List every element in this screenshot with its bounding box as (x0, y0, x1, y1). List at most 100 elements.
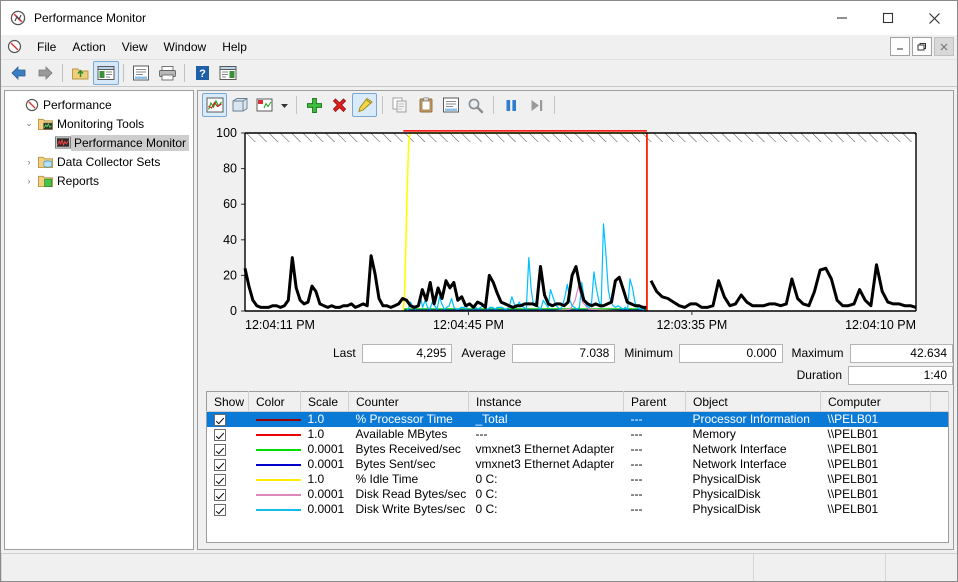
show-checkbox[interactable] (207, 427, 249, 442)
console-tree[interactable]: Performance ⌄ Monitoring Tools (4, 90, 194, 550)
object-cell: Memory (686, 427, 821, 442)
color-swatch[interactable] (249, 487, 301, 502)
color-swatch[interactable] (249, 427, 301, 442)
show-checkbox[interactable] (207, 472, 249, 487)
menu-file[interactable]: File (29, 37, 64, 57)
show-checkbox[interactable] (207, 412, 249, 427)
system-menu-icon[interactable] (7, 39, 23, 55)
color-swatch[interactable] (249, 457, 301, 472)
tree-item-monitoring-tools[interactable]: ⌄ Monitoring Tools (7, 114, 191, 133)
counter-table[interactable]: Show Color Scale Counter Instance Parent… (206, 391, 949, 543)
help-icon[interactable]: ? (189, 61, 215, 85)
chevron-down-icon[interactable] (277, 101, 291, 110)
column-header-color[interactable]: Color (249, 392, 301, 412)
color-swatch[interactable] (249, 502, 301, 517)
menu-view[interactable]: View (114, 37, 156, 57)
perfmon-content-pane: 02040608010012:04:11 PM12:04:45 PM12:03:… (197, 90, 954, 550)
color-swatch[interactable] (249, 442, 301, 457)
update-data-icon[interactable] (524, 93, 549, 117)
show-checkbox[interactable] (207, 442, 249, 457)
tree-item-performance[interactable]: Performance (7, 95, 191, 114)
table-row[interactable]: 0.0001Bytes Received/secvmxnet3 Ethernet… (207, 442, 949, 457)
table-row[interactable]: 1.0% Idle Time0 C:---PhysicalDisk\\PELB0… (207, 472, 949, 487)
computer-cell: \\PELB01 (821, 442, 931, 457)
show-hide-console-tree-icon[interactable] (93, 61, 119, 85)
copy-properties-icon[interactable] (388, 93, 413, 117)
instance-cell: 0 C: (469, 472, 624, 487)
checkbox-icon[interactable] (214, 444, 226, 456)
scale-cell: 0.0001 (301, 487, 349, 502)
column-header-object[interactable]: Object (686, 392, 821, 412)
delete-counter-icon[interactable] (327, 93, 352, 117)
twisty-expanded-icon[interactable]: ⌄ (21, 118, 37, 129)
column-header-show[interactable]: Show (207, 392, 249, 412)
counter-color-line (256, 464, 301, 466)
mdi-minimize-button[interactable] (890, 37, 910, 56)
table-row[interactable]: 1.0% Processor Time_Total---Processor In… (207, 412, 949, 427)
view-histogram-icon[interactable] (227, 93, 252, 117)
properties-icon[interactable] (128, 61, 154, 85)
chart-toolbar (198, 91, 953, 119)
instance-cell: 0 C: (469, 502, 624, 517)
counter-legend[interactable]: Show Color Scale Counter Instance Parent… (198, 391, 953, 549)
freeze-display-icon[interactable] (499, 93, 524, 117)
column-header-computer[interactable]: Computer (821, 392, 931, 412)
properties-icon[interactable] (438, 93, 463, 117)
color-swatch[interactable] (249, 412, 301, 427)
tree-item-reports[interactable]: › Reports (7, 171, 191, 190)
twisty-collapsed-icon[interactable]: › (21, 176, 37, 186)
folder-reports-icon (37, 174, 54, 188)
status-message (1, 554, 753, 581)
highlight-icon[interactable] (352, 93, 377, 117)
checkbox-icon[interactable] (214, 429, 226, 441)
column-header-counter[interactable]: Counter (349, 392, 469, 412)
column-header-scale[interactable]: Scale (301, 392, 349, 412)
maximize-button[interactable] (865, 1, 911, 35)
checkbox-icon[interactable] (214, 414, 226, 426)
filler-cell (931, 502, 949, 517)
add-counter-icon[interactable] (302, 93, 327, 117)
close-button[interactable] (911, 1, 957, 35)
graph-canvas[interactable]: 02040608010012:04:11 PM12:04:45 PM12:03:… (198, 119, 938, 337)
tree-item-performance-monitor[interactable]: Performance Monitor (7, 133, 191, 152)
forward-icon[interactable] (32, 61, 58, 85)
twisty-collapsed-icon[interactable]: › (21, 157, 37, 167)
print-icon[interactable] (154, 61, 180, 85)
minimize-button[interactable] (819, 1, 865, 35)
tree-item-data-collector-sets[interactable]: › Data Collector Sets (7, 152, 191, 171)
zoom-icon[interactable] (463, 93, 488, 117)
menu-action[interactable]: Action (64, 37, 113, 57)
counter-color-line (256, 434, 301, 436)
column-header-instance[interactable]: Instance (469, 392, 624, 412)
checkbox-icon[interactable] (214, 489, 226, 501)
show-hide-action-pane-icon[interactable] (215, 61, 241, 85)
table-row[interactable]: 0.0001Disk Read Bytes/sec0 C:---Physical… (207, 487, 949, 502)
instance-cell: _Total (469, 412, 624, 427)
checkbox-icon[interactable] (214, 474, 226, 486)
checkbox-icon[interactable] (214, 504, 226, 516)
color-swatch[interactable] (249, 472, 301, 487)
show-checkbox[interactable] (207, 487, 249, 502)
column-header-parent[interactable]: Parent (624, 392, 686, 412)
up-folder-icon[interactable] (67, 61, 93, 85)
change-graph-type-icon[interactable] (252, 93, 277, 117)
performance-monitor-window: Performance Monitor File Action View Win… (0, 0, 958, 582)
view-graph-icon[interactable] (202, 93, 227, 117)
back-icon[interactable] (6, 61, 32, 85)
computer-cell: \\PELB01 (821, 457, 931, 472)
performance-graph[interactable]: 02040608010012:04:11 PM12:04:45 PM12:03:… (198, 119, 953, 339)
show-checkbox[interactable] (207, 457, 249, 472)
show-checkbox[interactable] (207, 502, 249, 517)
table-row[interactable]: 0.0001Disk Write Bytes/sec0 C:---Physica… (207, 502, 949, 517)
counter-cell: % Processor Time (349, 412, 469, 427)
table-body[interactable]: 1.0% Processor Time_Total---Processor In… (207, 412, 949, 543)
mdi-close-button[interactable] (934, 37, 954, 56)
menu-window[interactable]: Window (156, 37, 215, 57)
mdi-restore-button[interactable] (912, 37, 932, 56)
table-row[interactable]: 0.0001Bytes Sent/secvmxnet3 Ethernet Ada… (207, 457, 949, 472)
tree-item-label: Performance (40, 97, 115, 113)
menu-help[interactable]: Help (214, 37, 255, 57)
table-row[interactable]: 1.0Available MBytes------Memory\\PELB01 (207, 427, 949, 442)
paste-counter-list-icon[interactable] (413, 93, 438, 117)
checkbox-icon[interactable] (214, 459, 226, 471)
